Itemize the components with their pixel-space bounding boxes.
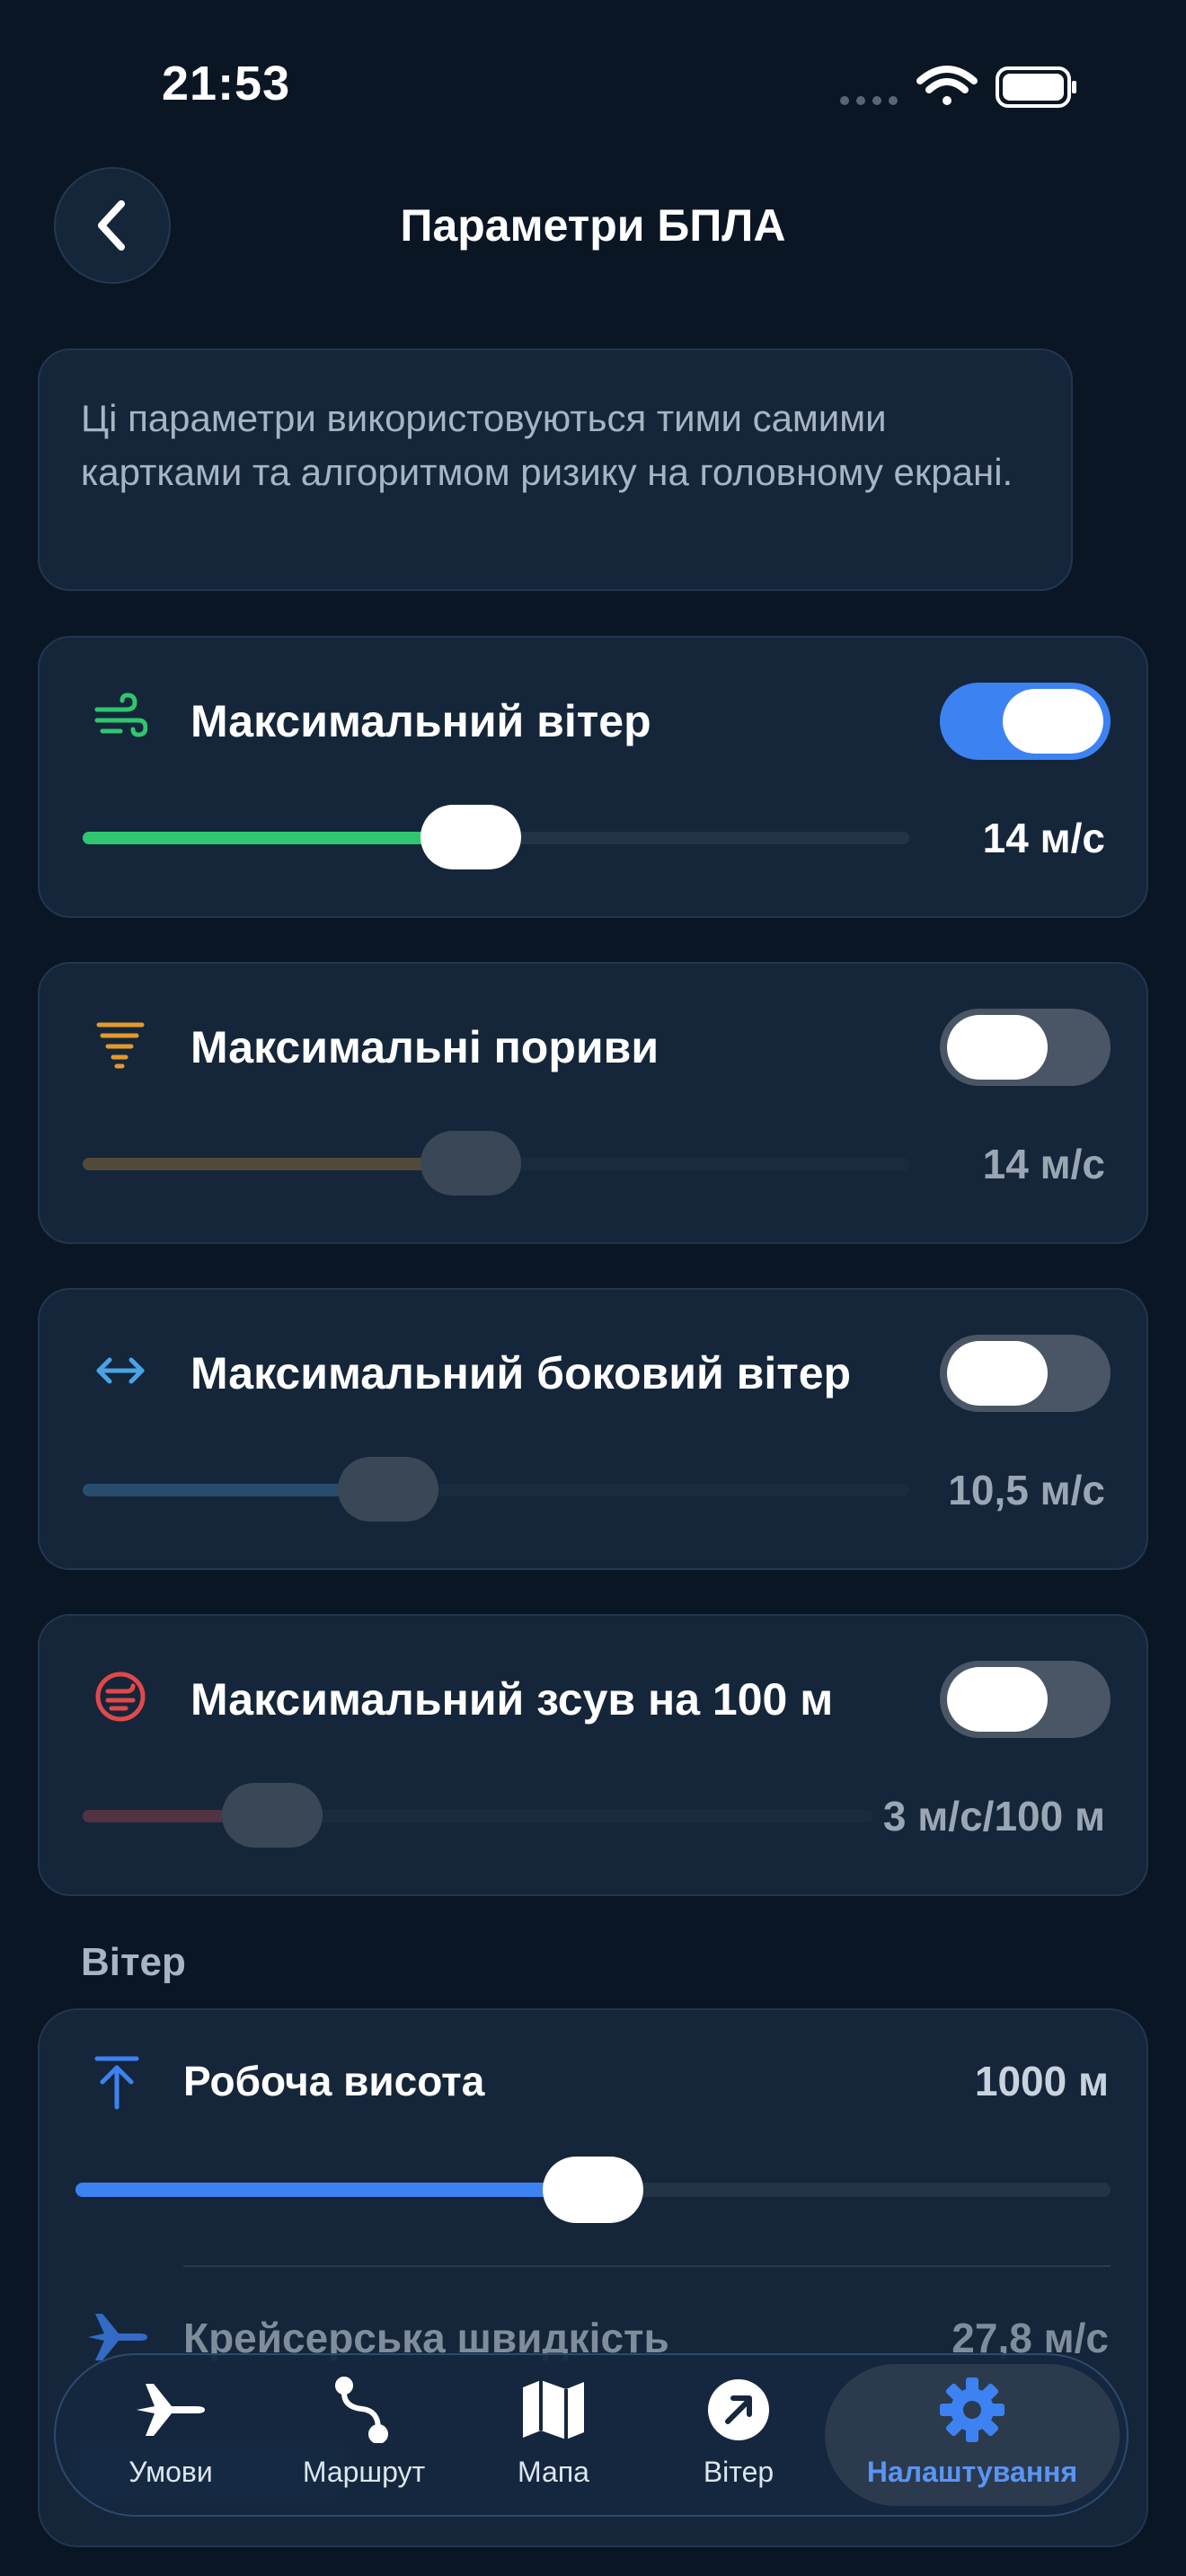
- toggle-switch[interactable]: [940, 1335, 1111, 1412]
- wifi-icon: [916, 66, 978, 105]
- card-max-wind: Максимальний вітер 14 м/с: [38, 636, 1148, 918]
- page-title: Параметри БПЛА: [400, 200, 786, 251]
- altitude-slider-thumb[interactable]: [543, 2157, 643, 2223]
- card-title: Максимальний вітер: [190, 696, 651, 746]
- compass-arrow-icon: [708, 2379, 769, 2440]
- slider-track[interactable]: [83, 1131, 909, 1195]
- toggle-switch[interactable]: [940, 1661, 1111, 1738]
- tab-label: Вітер: [703, 2456, 774, 2488]
- altitude-slider-fill: [75, 2183, 593, 2197]
- map-icon: [523, 2380, 584, 2439]
- tab-route[interactable]: Маршрут: [288, 2377, 440, 2493]
- altitude-label: Робоча висота: [183, 2058, 485, 2104]
- gear-icon: [940, 2378, 1005, 2442]
- route-icon: [335, 2377, 388, 2443]
- card-value: 14 м/с: [982, 1141, 1105, 1187]
- altitude-slider-track[interactable]: [75, 2157, 1111, 2223]
- arrow-up-to-line-icon: [94, 2056, 139, 2110]
- card-title: Максимальний зсув на 100 м: [190, 1674, 834, 1725]
- slider-thumb[interactable]: [420, 805, 522, 869]
- status-icons: [840, 66, 1076, 108]
- card-value: 14 м/с: [982, 815, 1105, 861]
- card-value: 10,5 м/с: [948, 1467, 1105, 1513]
- tab-wind[interactable]: Вітер: [685, 2377, 792, 2493]
- card-max-crosswind: Максимальний боковий вітер 10,5 м/с: [38, 1288, 1148, 1570]
- airplane-icon: [137, 2384, 205, 2436]
- wind-icon: [94, 693, 147, 737]
- tab-label: Мапа: [518, 2456, 589, 2488]
- altitude-value: 1000 м: [974, 2058, 1109, 2104]
- card-max-shear: Максимальний зсув на 100 м 3 м/с/100 м: [38, 1614, 1148, 1896]
- tab-label: Маршрут: [302, 2456, 426, 2488]
- card-max-gusts: Максимальні пориви 14 м/с: [38, 962, 1148, 1244]
- info-box: Ці параметри використовуються тими самим…: [38, 348, 1073, 591]
- status-time: 21:53: [162, 57, 291, 110]
- slider-track[interactable]: [83, 1783, 873, 1848]
- card-value: 3 м/с/100 м: [882, 1793, 1105, 1839]
- slider-thumb[interactable]: [420, 1131, 522, 1195]
- tornado-icon: [96, 1022, 145, 1069]
- tab-label: Налаштування: [866, 2456, 1078, 2488]
- battery-icon: [996, 66, 1076, 108]
- tab-settings[interactable]: Налаштування: [845, 2377, 1100, 2493]
- slider-thumb[interactable]: [222, 1783, 323, 1848]
- signal-icon: [840, 96, 898, 105]
- slider-track[interactable]: [83, 1457, 909, 1522]
- section-title-wind: Вітер: [81, 1940, 186, 1984]
- arrows-horizontal-icon: [96, 1357, 145, 1384]
- card-title: Максимальний боковий вітер: [190, 1348, 852, 1398]
- tab-conditions[interactable]: Умови: [117, 2377, 225, 2493]
- toggle-switch[interactable]: [940, 683, 1111, 760]
- shear-icon: [95, 1672, 146, 1722]
- slider-fill: [83, 1158, 472, 1170]
- tab-label: Умови: [128, 2456, 213, 2488]
- card-title: Максимальні пориви: [190, 1022, 659, 1072]
- tab-map[interactable]: Мапа: [500, 2377, 607, 2493]
- toggle-switch[interactable]: [940, 1009, 1111, 1086]
- slider-fill: [83, 832, 472, 844]
- slider-track[interactable]: [83, 805, 909, 869]
- slider-thumb[interactable]: [338, 1457, 439, 1522]
- info-text: Ці параметри використовуються тими самим…: [81, 397, 1013, 493]
- divider: [183, 2265, 1111, 2267]
